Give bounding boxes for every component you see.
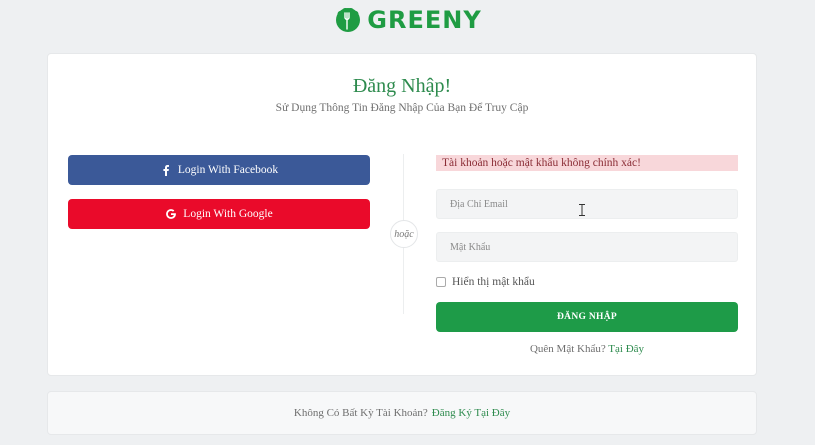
login-button[interactable]: ĐĂNG NHẬP [436,302,738,332]
login-google-button[interactable]: Login With Google [68,199,370,229]
facebook-icon [163,165,169,176]
google-icon [166,209,177,219]
show-password-checkbox[interactable] [436,277,446,287]
brand-header: GREENY [0,0,815,40]
forgot-password-link[interactable]: Tại Đây [608,343,644,355]
brand-name: GREENY [367,6,482,34]
page-title: Đăng Nhập! [352,75,452,97]
or-divider: hoặc [390,220,418,248]
signup-footer: Không Có Bất Kỳ Tài Khoản? Đăng Ký Tại Đ… [47,391,757,435]
show-password-label: Hiển thị mật khẩu [452,276,535,288]
fork-leaf-icon [336,7,361,32]
forgot-password-text: Quên Mật Khẩu? [529,343,606,355]
google-button-label: Login With Google [183,208,273,220]
facebook-button-label: Login With Facebook [177,164,279,176]
show-password-toggle[interactable]: Hiển thị mật khẩu [436,276,535,288]
page-subtitle: Sử Dụng Thông Tin Đăng Nhập Của Bạn Để T… [275,102,529,114]
login-card: Đăng Nhập! Sử Dụng Thông Tin Đăng Nhập C… [47,53,757,376]
signup-link[interactable]: Đăng Ký Tại Đây [432,407,510,419]
password-field[interactable] [436,232,738,262]
text-cursor-icon [579,204,585,216]
email-field[interactable] [436,189,738,219]
signup-prompt-text: Không Có Bất Kỳ Tài Khoản? [293,407,428,419]
forgot-password: Quên Mật Khẩu? Tại Đây [436,343,738,355]
login-facebook-button[interactable]: Login With Facebook [68,155,370,185]
error-alert: Tài khoản hoặc mật khẩu không chính xác! [436,155,738,171]
